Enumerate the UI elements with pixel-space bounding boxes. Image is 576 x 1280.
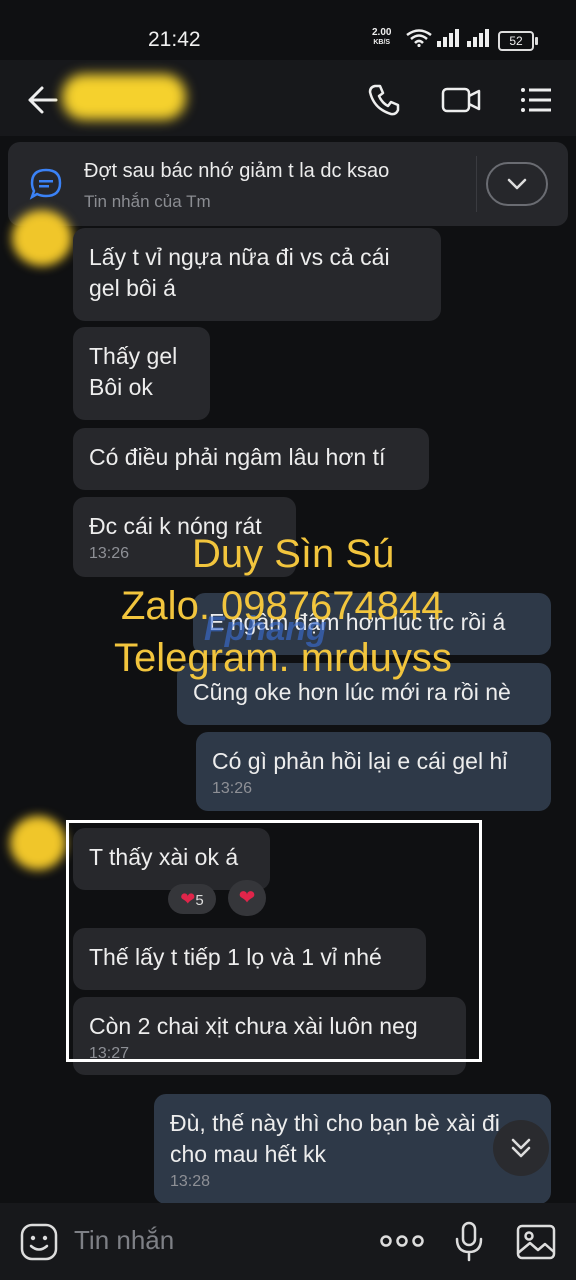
watermark-line-2: Zalo. 0987674844 — [121, 584, 444, 628]
video-call-icon[interactable] — [440, 82, 482, 118]
message-text: Cũng oke hơn lúc mới ra rồi nè — [193, 679, 511, 705]
message-input[interactable]: Tin nhắn — [74, 1225, 174, 1256]
battery-level: 52 — [509, 34, 523, 48]
highlight-rectangle — [66, 820, 482, 1062]
emoji-icon[interactable] — [20, 1223, 58, 1261]
back-arrow-icon[interactable] — [24, 82, 60, 118]
message-text: Có điều phải ngâm lâu hơn tí — [89, 444, 386, 470]
message-text: Lấy t vỉ ngựa nữa đi vs cả cái gel bôi á — [89, 244, 390, 301]
double-chevron-down-icon — [511, 1138, 531, 1158]
avatar[interactable] — [12, 210, 72, 266]
message-bubble-incoming[interactable]: Lấy t vỉ ngựa nữa đi vs cả cái gel bôi á — [73, 228, 441, 321]
message-composer: Tin nhắn — [0, 1203, 576, 1280]
chat-header — [0, 60, 576, 136]
expand-pinned-button[interactable] — [486, 162, 548, 206]
status-time: 21:42 — [148, 28, 201, 51]
message-bubble-incoming[interactable]: Có điều phải ngâm lâu hơn tí — [73, 428, 429, 490]
wifi-icon — [406, 29, 432, 47]
network-speed-value: 2.00 — [372, 27, 392, 38]
network-speed: 2.00 KB/S — [372, 28, 391, 48]
message-bubble-outgoing[interactable]: Đù, thế này thì cho bạn bè xài đi cho ma… — [154, 1094, 551, 1204]
message-timestamp: 13:28 — [170, 1173, 211, 1190]
watermark-line-1: Duy Sìn Sú — [192, 532, 395, 576]
message-bubble-outgoing[interactable]: Có gì phản hồi lại e cái gel hỉ 13:26 — [196, 732, 551, 811]
scroll-to-bottom-button[interactable] — [493, 1120, 549, 1176]
more-options-icon[interactable] — [380, 1231, 424, 1251]
message-text: Có gì phản hồi lại e cái gel hỉ — [212, 748, 508, 774]
phone-icon[interactable] — [366, 82, 402, 118]
battery-icon: 52 — [498, 31, 538, 51]
message-text: Thấy gel Bôi ok — [89, 343, 178, 400]
message-bubble-incoming[interactable]: Thấy gel Bôi ok — [73, 327, 210, 420]
signal-icon — [437, 29, 459, 47]
network-speed-unit: KB/S — [373, 39, 391, 46]
contact-name-redacted[interactable] — [62, 74, 186, 120]
pinned-message-bar[interactable]: Đợt sau bác nhớ giảm t la dc ksao Tin nh… — [8, 142, 568, 226]
status-bar: 21:42 2.00 KB/S 52 — [0, 0, 576, 58]
pinned-message-text: Đợt sau bác nhớ giảm t la dc ksao — [84, 160, 390, 182]
signal-icon-2 — [467, 29, 489, 47]
chat-bubble-icon — [29, 168, 62, 200]
microphone-icon[interactable] — [454, 1221, 484, 1263]
divider — [476, 156, 477, 212]
avatar[interactable] — [10, 816, 66, 870]
chevron-down-icon — [507, 178, 527, 190]
message-timestamp: 13:26 — [212, 780, 253, 797]
menu-list-icon[interactable] — [518, 82, 554, 118]
watermark-line-3: Telegram. mrduyss — [114, 636, 452, 680]
pinned-message-sender: Tin nhắn của Tm — [84, 192, 211, 211]
message-text: Đù, thế này thì cho bạn bè xài đi cho ma… — [170, 1110, 500, 1167]
image-gallery-icon[interactable] — [516, 1223, 556, 1261]
